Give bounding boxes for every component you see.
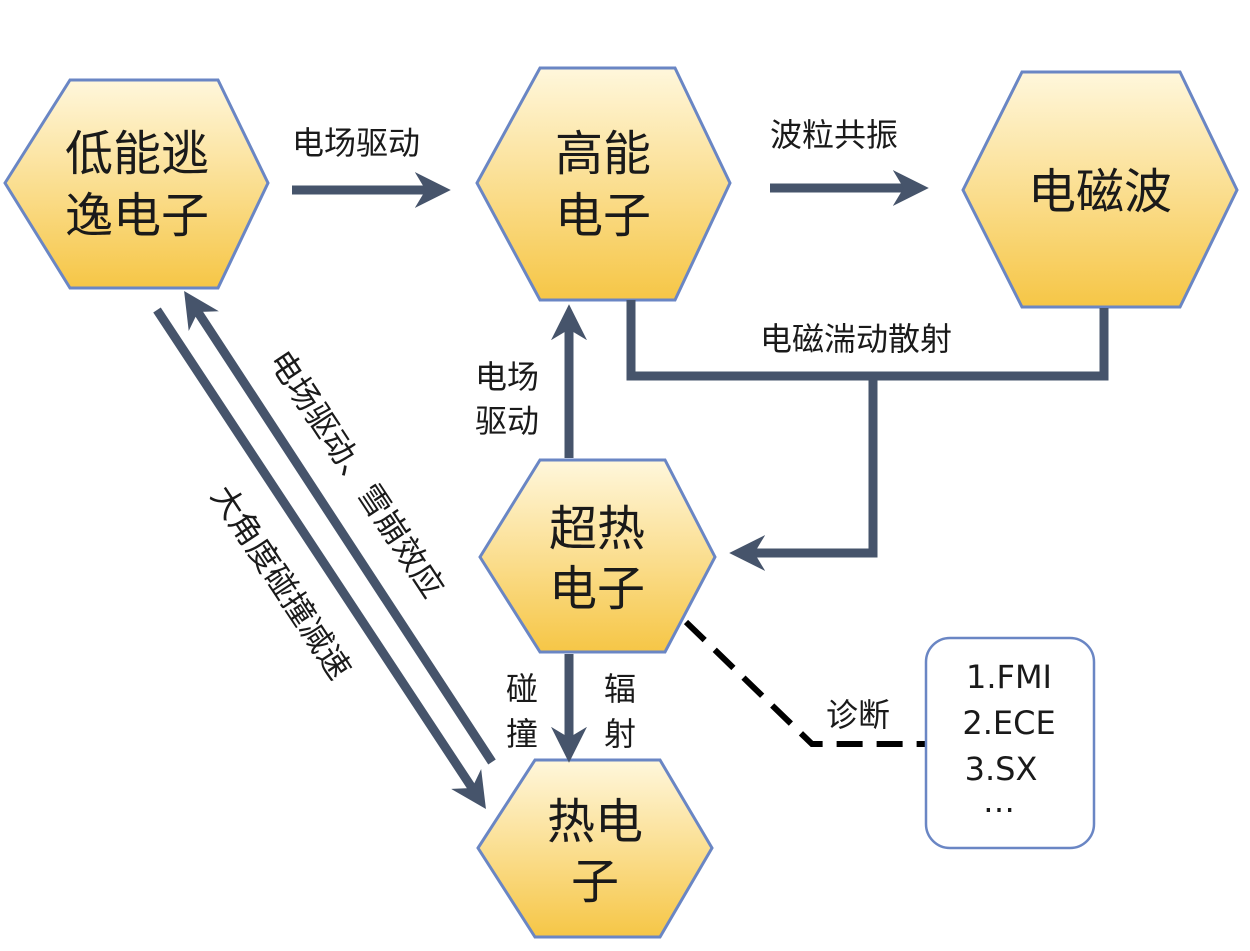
edge-label-wave-particle: 波粒共振 [770,116,898,154]
node-em-wave: 电磁波 [961,70,1239,309]
thermal-label-line2: 子 [571,854,619,910]
edge-label-collision-1: 碰 [506,670,538,708]
high-energy-label-line1: 高能 [555,126,651,182]
low-energy-label-line1: 低能逃 [65,126,209,182]
diagnostics-item-4: … [983,782,1015,820]
arrow-scatter-to-superthermal [729,376,878,571]
hexagon-high-energy [475,66,732,302]
diagnostics-item-2: 2.ECE [962,704,1055,742]
thermal-label-line1: 热电 [547,794,643,850]
edge-label-diagnosis: 诊断 [826,696,890,734]
edge-label-field-drive-vertical-1: 电场 [475,358,539,396]
superthermal-label-line2: 电子 [549,561,645,617]
node-superthermal-electron: 超热 电子 [478,458,717,654]
superthermal-label-line1: 超热 [549,501,645,557]
diagnostics-box: 1.FMI 2.ECE 3.SX … [924,636,1096,850]
edge-label-collision-2: 撞 [506,715,538,753]
node-high-energy-electron: 高能 电子 [475,66,732,302]
hexagon-low-energy [3,78,270,290]
diagnosis-dashed-link [683,619,935,747]
edge-label-radiation-2: 射 [604,715,636,753]
edge-label-field-drive-vertical-2: 驱动 [475,402,539,440]
edge-label-field-drive-top: 电场驱动 [292,124,420,162]
diagram-canvas: 低能逃 逸电子 高能 电子 电磁波 超热 电子 热电 子 1.FMI 2.ECE… [3,66,1239,939]
edge-label-radiation-1: 辐 [604,670,636,708]
diagnostics-item-1: 1.FMI [966,658,1052,696]
node-thermal-electron: 热电 子 [476,758,714,939]
edge-label-em-scatter: 电磁湍动散射 [760,320,952,358]
low-energy-label-line2: 逸电子 [65,188,209,244]
node-low-energy-runaway: 低能逃 逸电子 [3,78,270,290]
em-wave-label: 电磁波 [1028,164,1172,220]
high-energy-label-line2: 电子 [555,188,651,244]
